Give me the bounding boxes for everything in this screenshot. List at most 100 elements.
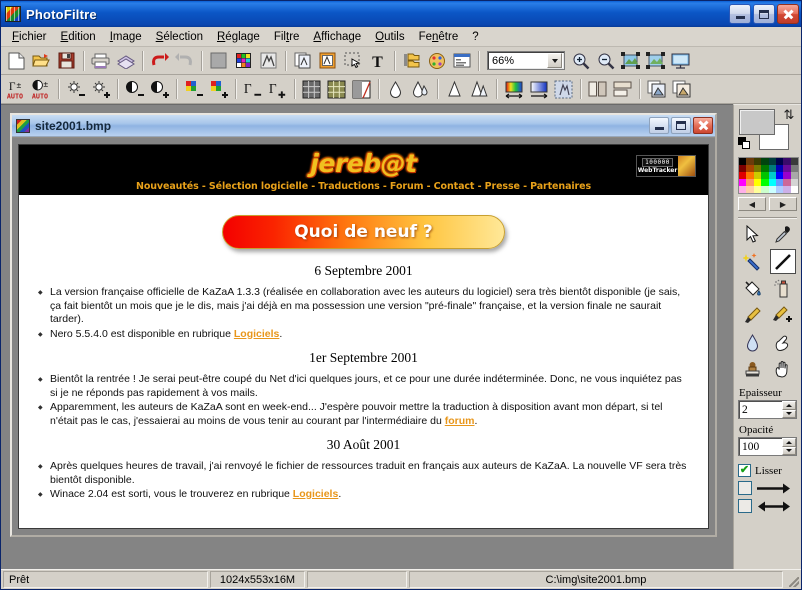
print-icon[interactable] [89,49,112,72]
menu-outils[interactable]: Outils [368,29,411,45]
gray-square-icon[interactable] [207,49,230,72]
magic-wand-icon[interactable] [739,249,765,274]
copy-image-icon[interactable] [291,49,314,72]
color-swatch[interactable] [775,179,784,186]
color-swatch[interactable] [790,158,798,165]
link-logiciels[interactable]: Logiciels [293,488,339,500]
thickness-spinner[interactable] [738,400,797,419]
menu-fenetre[interactable]: Fenêtre [412,29,466,45]
folder-explorer-icon[interactable] [400,49,423,72]
arrow-single-checkbox[interactable] [738,481,752,495]
color-grid[interactable] [738,157,799,194]
color-swatch[interactable] [746,158,754,165]
open-folder-icon[interactable] [30,49,53,72]
canvas-area[interactable]: site2001.bmp jereb@t Nouveautés - Sélect… [1,104,733,569]
print-preview-icon[interactable] [114,49,137,72]
gamma-minus-icon[interactable]: Γ [241,78,264,101]
chevron-down-icon[interactable] [547,53,562,68]
waterdrop-blur-icon[interactable] [739,330,765,355]
swap-colors-icon[interactable]: ⇅ [782,108,796,122]
opacity-spinner[interactable] [738,437,797,456]
dither-grid-icon[interactable] [300,78,323,101]
color-swatch[interactable] [783,186,791,193]
opacity-up-button[interactable] [782,438,796,447]
image-copy-icon[interactable] [670,78,693,101]
color-swatch[interactable] [790,172,798,179]
window-list-icon[interactable] [450,49,473,72]
arrow-single-option[interactable] [738,481,797,495]
thickness-down-button[interactable] [782,409,796,418]
undo-arrow-icon[interactable] [148,49,171,72]
palette-prev-button[interactable]: ◀ [738,197,766,211]
color-swatch[interactable] [768,179,776,186]
color-swatch[interactable] [768,158,776,165]
color-swatch[interactable] [753,165,762,172]
menu-fichier[interactable]: Fichier [5,29,54,45]
document-minimize-button[interactable] [649,117,669,134]
color-swatch[interactable] [739,172,747,179]
flip-horizontal-icon[interactable] [586,78,609,101]
opacity-down-button[interactable] [782,446,796,455]
redo-arrow-icon[interactable] [173,49,196,72]
line-tool-icon[interactable] [769,249,796,274]
fit-screen-icon[interactable] [644,49,667,72]
maximize-button[interactable] [753,4,775,24]
color-swatch[interactable] [746,179,754,186]
arrow-double-option[interactable] [738,499,797,513]
clone-stamp-icon[interactable] [739,357,765,382]
menu-aide[interactable]: ? [465,29,485,45]
color-swatch[interactable] [775,172,784,179]
bw-pattern-icon[interactable] [350,78,373,101]
zoom-combobox[interactable]: 66% [487,51,565,70]
smudge-finger-icon[interactable] [770,330,796,355]
color-swatch[interactable] [768,186,776,193]
color-swatch[interactable] [739,158,747,165]
smooth-option[interactable]: ✔ Lisser [738,464,797,477]
color-swatch[interactable] [775,165,784,172]
reset-colors-icon[interactable] [738,137,751,150]
auto-contrast-icon[interactable]: ± AUTO [30,78,53,100]
gradient-linear-icon[interactable] [502,78,525,101]
document-canvas[interactable]: jereb@t Nouveautés - Sélection logiciell… [12,137,715,535]
color-swatch[interactable] [790,186,798,193]
color-swatch[interactable] [746,165,754,172]
eyedropper-icon[interactable] [770,222,796,247]
color-swatch[interactable] [761,186,769,193]
saturation-minus-icon[interactable] [182,78,205,101]
color-swatch[interactable] [761,179,769,186]
drop-soft-icon[interactable] [384,78,407,101]
palette-next-button[interactable]: ▶ [769,197,797,211]
color-swatch[interactable] [753,158,762,165]
color-swatch[interactable] [739,186,747,193]
save-floppy-icon[interactable] [55,49,78,72]
thickness-up-button[interactable] [782,401,796,410]
smooth-checkbox[interactable]: ✔ [738,464,751,477]
brightness-minus-icon[interactable] [64,78,87,101]
color-swatch[interactable] [753,179,762,186]
foreground-color-swatch[interactable] [739,109,775,135]
minimize-button[interactable] [729,4,751,24]
paste-frame-icon[interactable] [316,49,339,72]
document-maximize-button[interactable] [671,117,691,134]
color-swatch[interactable] [761,165,769,172]
zoom-out-icon[interactable] [594,49,617,72]
menu-edition[interactable]: Edition [54,29,103,45]
color-swatch[interactable] [746,172,754,179]
color-swatch[interactable] [746,186,754,193]
new-document-icon[interactable] [5,49,28,72]
link-forum[interactable]: forum [445,415,475,427]
contrast-plus-icon[interactable] [148,78,171,101]
link-logiciels[interactable]: Logiciels [234,328,280,340]
resize-grip[interactable] [785,571,799,588]
color-swatch[interactable] [739,165,747,172]
halftone-grid-icon[interactable] [325,78,348,101]
color-swatch[interactable] [739,179,747,186]
close-button[interactable] [777,4,799,24]
color-swatch[interactable] [761,172,769,179]
color-swatch[interactable] [761,158,769,165]
brightness-plus-icon[interactable] [89,78,112,101]
fit-width-icon[interactable] [619,49,642,72]
color-swatch[interactable] [768,172,776,179]
menu-reglage[interactable]: Réglage [210,29,267,45]
auto-gamma-icon[interactable]: Γ ± AUTO [5,78,28,101]
